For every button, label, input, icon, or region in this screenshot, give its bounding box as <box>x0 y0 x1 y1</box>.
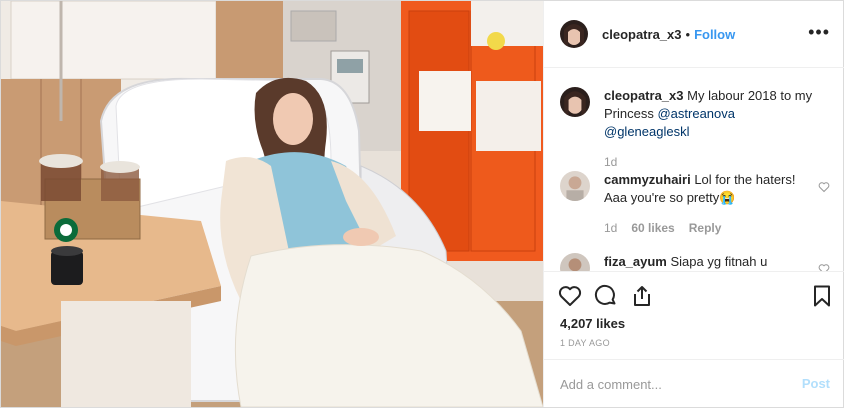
avatar[interactable] <box>560 253 590 271</box>
comment-input[interactable] <box>560 374 780 394</box>
caption-mention-1[interactable]: @astreanova <box>657 106 735 121</box>
avatar[interactable] <box>560 171 590 201</box>
caption-age[interactable]: 1d <box>604 153 617 171</box>
post-button[interactable]: Post <box>802 376 830 391</box>
more-options-icon[interactable]: ••• <box>808 23 830 41</box>
hospital-photo <box>1 1 543 407</box>
follow-button[interactable]: Follow <box>694 27 735 42</box>
comment-heart-icon[interactable] <box>818 263 830 271</box>
reply-button[interactable]: Reply <box>689 219 722 237</box>
header-username[interactable]: cleopatra_x3 <box>602 27 682 42</box>
post-timestamp[interactable]: 1 DAY AGO <box>560 338 610 348</box>
post-photo[interactable] <box>1 1 543 407</box>
comment-heart-icon[interactable] <box>818 181 830 193</box>
add-comment-bar: Post <box>544 359 844 407</box>
comment-item: fiza_ayum Siapa yg fitnah u <box>560 253 830 271</box>
caption: cleopatra_x3 My labour 2018 to my Prince… <box>560 87 830 171</box>
caption-mention-2[interactable]: @gleneagleskl <box>604 124 689 139</box>
comment-likes[interactable]: 60 likes <box>631 219 674 237</box>
caption-body: cleopatra_x3 My labour 2018 to my Prince… <box>604 87 818 171</box>
action-bar: 4,207 likes 1 DAY AGO <box>544 271 844 359</box>
share-icon[interactable] <box>630 284 654 308</box>
caption-username[interactable]: cleopatra_x3 <box>604 88 684 103</box>
comment-meta: 1d 60 likes Reply <box>604 219 818 237</box>
comment-item: cammyzuhairi Lol for the haters! Aaa you… <box>560 171 830 237</box>
comment-icon[interactable] <box>594 284 618 308</box>
header-separator: • <box>685 26 691 42</box>
instagram-post: cleopatra_x3 • Follow ••• cleopatra_x3 M… <box>0 0 844 408</box>
comment-age[interactable]: 1d <box>604 219 617 237</box>
comment-body: fiza_ayum Siapa yg fitnah u <box>604 253 818 271</box>
post-side-panel: cleopatra_x3 • Follow ••• cleopatra_x3 M… <box>543 1 844 407</box>
bookmark-icon[interactable] <box>810 284 834 308</box>
comment-body: cammyzuhairi Lol for the haters! Aaa you… <box>604 171 818 237</box>
post-header: cleopatra_x3 • Follow ••• <box>544 1 844 68</box>
comment-username[interactable]: cammyzuhairi <box>604 172 691 187</box>
caption-meta: 1d <box>604 153 818 171</box>
comment-text: Siapa yg fitnah u <box>670 254 768 269</box>
avatar[interactable] <box>560 20 588 48</box>
heart-icon[interactable] <box>558 284 582 308</box>
comments-list[interactable]: cleopatra_x3 My labour 2018 to my Prince… <box>544 69 844 271</box>
avatar[interactable] <box>560 87 590 117</box>
likes-count[interactable]: 4,207 likes <box>560 316 625 331</box>
comment-username[interactable]: fiza_ayum <box>604 254 667 269</box>
